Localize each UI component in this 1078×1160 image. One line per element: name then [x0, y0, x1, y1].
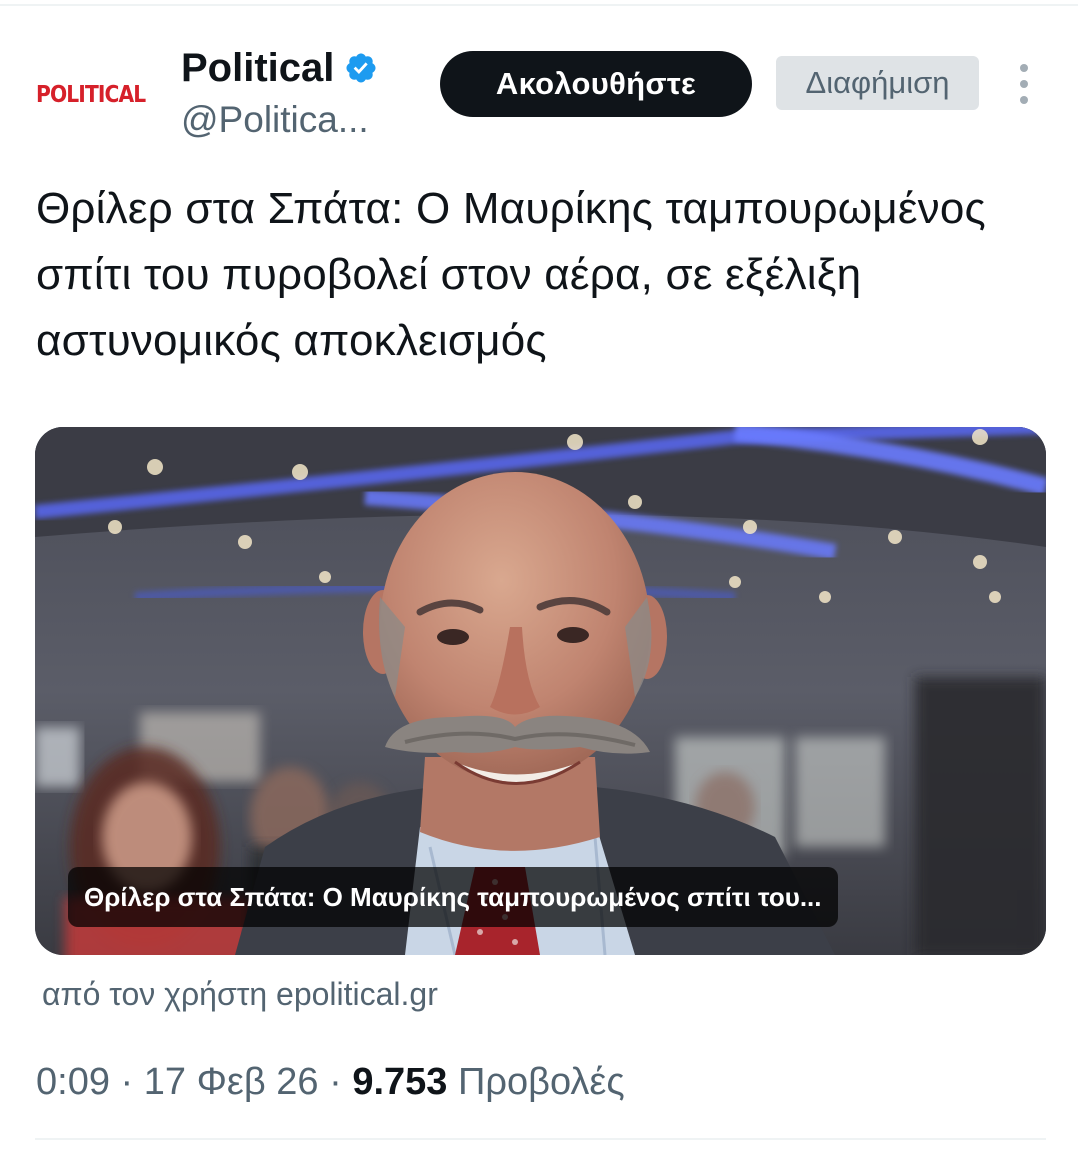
tweet-page: POLITICAL Political @Politica... Ακολουθ…: [0, 0, 1078, 1160]
more-options-icon[interactable]: [1010, 62, 1038, 106]
tweet-date[interactable]: 17 Φεβ 26: [144, 1061, 319, 1103]
meta-separator: ·: [120, 1061, 134, 1103]
top-divider: [0, 4, 1078, 6]
bottom-divider: [35, 1138, 1046, 1140]
verified-badge-icon: [344, 51, 378, 85]
views-label: Προβολές: [457, 1061, 625, 1103]
ad-badge: Διαφήμιση: [776, 56, 979, 110]
account-name-row: Political: [181, 44, 378, 92]
account-logo[interactable]: POLITICAL: [36, 81, 146, 109]
account-display-name[interactable]: Political: [181, 44, 334, 92]
account-handle[interactable]: @Politica...: [181, 98, 401, 142]
tweet-meta: 0:09 · 17 Φεβ 26 · 9.753 Προβολές: [36, 1057, 625, 1107]
card-title-overlay: Θρίλερ στα Σπάτα: Ο Μαυρίκης ταμπουρωμέν…: [68, 867, 838, 927]
views-count: 9.753: [352, 1061, 448, 1103]
link-card[interactable]: Θρίλερ στα Σπάτα: Ο Μαυρίκης ταμπουρωμέν…: [35, 427, 1046, 955]
meta-separator: ·: [329, 1061, 342, 1103]
follow-button[interactable]: Ακολουθήστε: [440, 51, 752, 117]
tweet-text: Θρίλερ στα Σπάτα: Ο Μαυρίκης ταμπουρωμέν…: [36, 184, 986, 365]
tweet-time[interactable]: 0:09: [36, 1061, 110, 1103]
card-source[interactable]: από τον χρήστη epolitical.gr: [42, 972, 438, 1016]
